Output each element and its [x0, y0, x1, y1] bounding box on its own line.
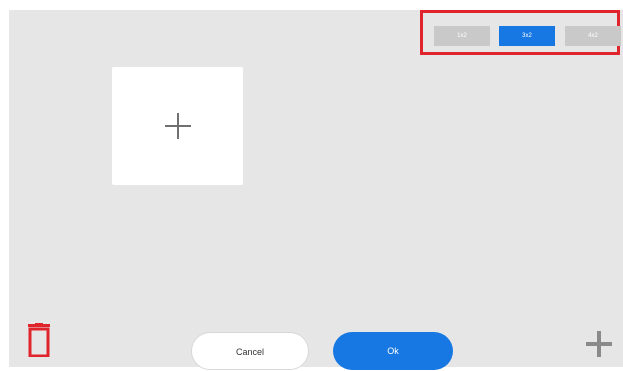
plus-icon [164, 113, 191, 139]
add-slot-card[interactable] [112, 67, 243, 185]
layout-option-1x2[interactable]: 1x2 [434, 26, 490, 46]
layout-option-3x2[interactable]: 3x2 [499, 26, 555, 46]
ok-button[interactable]: Ok [333, 332, 453, 370]
layout-option-4x2[interactable]: 4x2 [565, 26, 621, 46]
plus-icon[interactable] [585, 330, 613, 358]
trash-icon[interactable] [28, 323, 50, 357]
cancel-button[interactable]: Cancel [191, 332, 309, 370]
editor-canvas [9, 10, 623, 367]
layout-selector: 1x2 3x2 4x2 [420, 10, 621, 55]
